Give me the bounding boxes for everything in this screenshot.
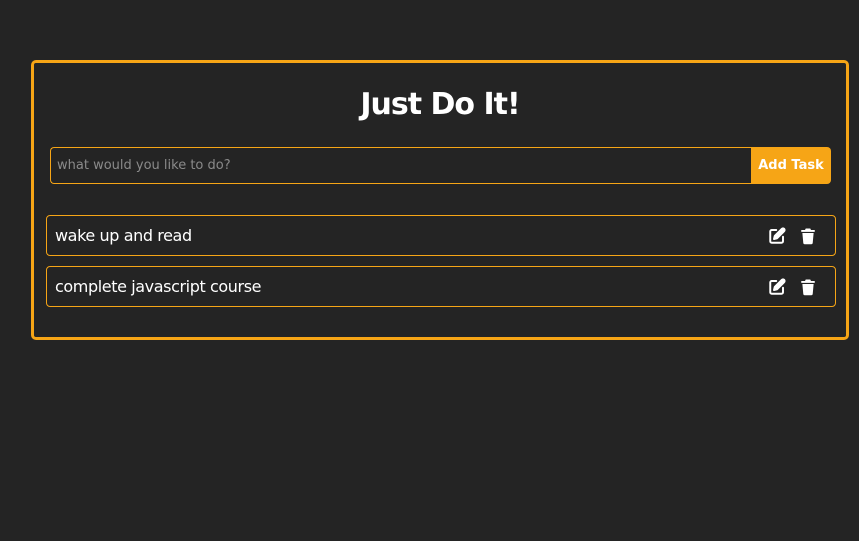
trash-icon[interactable]: [798, 277, 817, 296]
edit-icon[interactable]: [767, 277, 786, 296]
edit-icon[interactable]: [767, 226, 786, 245]
task-actions: [767, 277, 817, 296]
add-task-form: Add Task: [50, 147, 831, 184]
task-item: complete javascript course: [46, 266, 836, 307]
trash-icon[interactable]: [798, 226, 817, 245]
todo-card: Just Do It! Add Task wake up and read: [31, 60, 849, 340]
task-input[interactable]: [50, 147, 751, 184]
task-text: complete javascript course: [55, 277, 262, 296]
task-item: wake up and read: [46, 215, 836, 256]
task-actions: [767, 226, 817, 245]
app-title: Just Do It!: [360, 87, 520, 122]
task-text: wake up and read: [55, 226, 192, 245]
add-task-button[interactable]: Add Task: [751, 147, 831, 184]
task-list: wake up and read complete javascript cou…: [46, 215, 836, 317]
